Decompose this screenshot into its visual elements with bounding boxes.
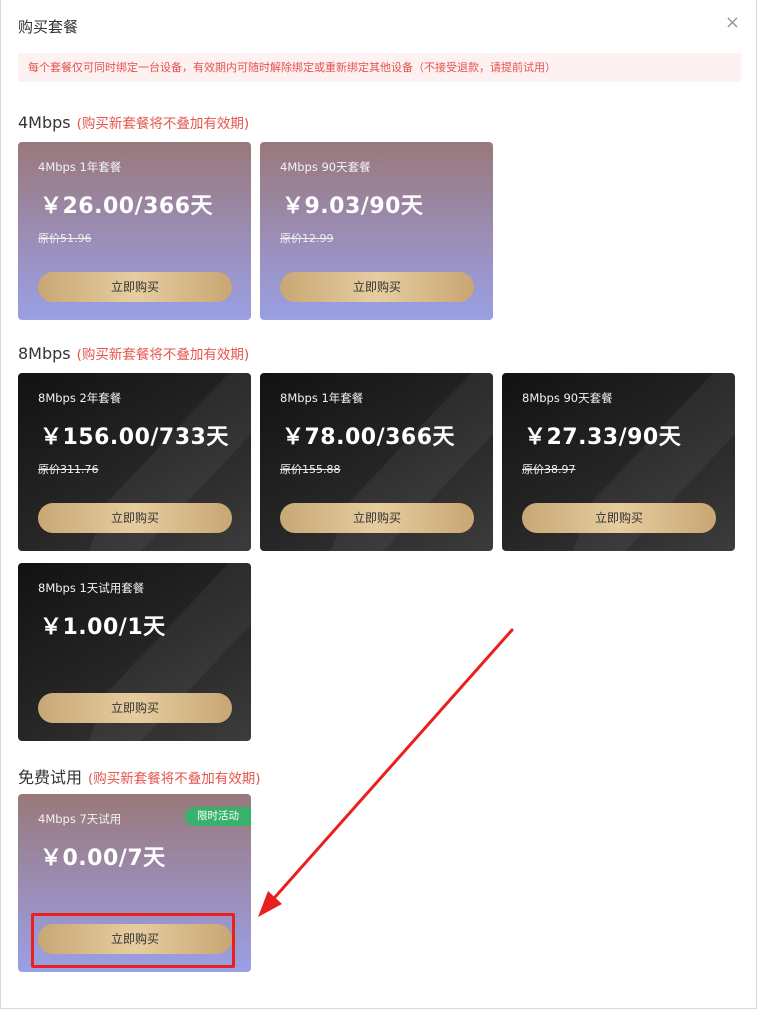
plan-price: ￥0.00/7天 [40,846,166,871]
plan-original-price: 原价38.97 [522,463,576,476]
plan-price: ￥9.03/90天 [282,194,424,219]
plan-price: ￥156.00/733天 [40,425,229,450]
plan-name: 4Mbps 7天试用 [38,812,122,826]
promo-badge: 限时活动 [185,807,251,826]
notice-banner: 每个套餐仅可同时绑定一台设备，有效期内可随时解除绑定或重新绑定其他设备（不接受退… [18,53,741,82]
dialog-title: 购买套餐 [18,18,79,36]
buy-button[interactable]: 立即购买 [38,693,232,723]
plan-price: ￥26.00/366天 [40,194,214,219]
buy-button[interactable]: 立即购买 [38,503,232,533]
section-name: 8Mbps [18,344,71,363]
plan-original-price: 原价12.99 [280,232,334,245]
plan-card-4mbps-1y: 4Mbps 1年套餐 ￥26.00/366天 原价51.96 立即购买 [18,142,251,320]
buy-button[interactable]: 立即购买 [280,503,474,533]
annotation-highlight-box [31,913,235,968]
plan-price: ￥1.00/1天 [40,615,166,640]
buy-button[interactable]: 立即购买 [280,272,474,302]
section-title-free-trial: 免费试用 (购买新套餐将不叠加有效期) [18,764,261,788]
plan-name: 8Mbps 2年套餐 [38,391,122,405]
section-name: 4Mbps [18,113,71,132]
close-icon[interactable]: × [725,14,740,32]
plan-name: 4Mbps 1年套餐 [38,160,122,174]
plan-price: ￥78.00/366天 [282,425,456,450]
section-note: (购买新套餐将不叠加有效期) [76,116,250,132]
buy-button[interactable]: 立即购买 [38,272,232,302]
section-name: 免费试用 [18,768,83,787]
section-note: (购买新套餐将不叠加有效期) [76,347,250,363]
section-title-4mbps: 4Mbps (购买新套餐将不叠加有效期) [18,112,249,132]
plan-card-8mbps-1y: 8Mbps 1年套餐 ￥78.00/366天 原价155.88 立即购买 [260,373,493,551]
plan-card-4mbps-90d: 4Mbps 90天套餐 ￥9.03/90天 原价12.99 立即购买 [260,142,493,320]
section-note: (购买新套餐将不叠加有效期) [88,771,261,787]
buy-button[interactable]: 立即购买 [522,503,716,533]
plan-card-8mbps-1d: 8Mbps 1天试用套餐 ￥1.00/1天 立即购买 [18,563,251,741]
plan-name: 8Mbps 1年套餐 [280,391,364,405]
plan-price: ￥27.33/90天 [524,425,682,450]
plan-card-8mbps-2y: 8Mbps 2年套餐 ￥156.00/733天 原价311.76 立即购买 [18,373,251,551]
plan-original-price: 原价155.88 [280,463,341,476]
plan-name: 8Mbps 90天套餐 [522,391,613,405]
purchase-dialog: 购买套餐 × 每个套餐仅可同时绑定一台设备，有效期内可随时解除绑定或重新绑定其他… [0,0,757,1009]
section-title-8mbps: 8Mbps (购买新套餐将不叠加有效期) [18,343,249,363]
plan-name: 4Mbps 90天套餐 [280,160,371,174]
plan-original-price: 原价311.76 [38,463,99,476]
plan-original-price: 原价51.96 [38,232,92,245]
plan-name: 8Mbps 1天试用套餐 [38,581,145,595]
plan-card-8mbps-90d: 8Mbps 90天套餐 ￥27.33/90天 原价38.97 立即购买 [502,373,735,551]
